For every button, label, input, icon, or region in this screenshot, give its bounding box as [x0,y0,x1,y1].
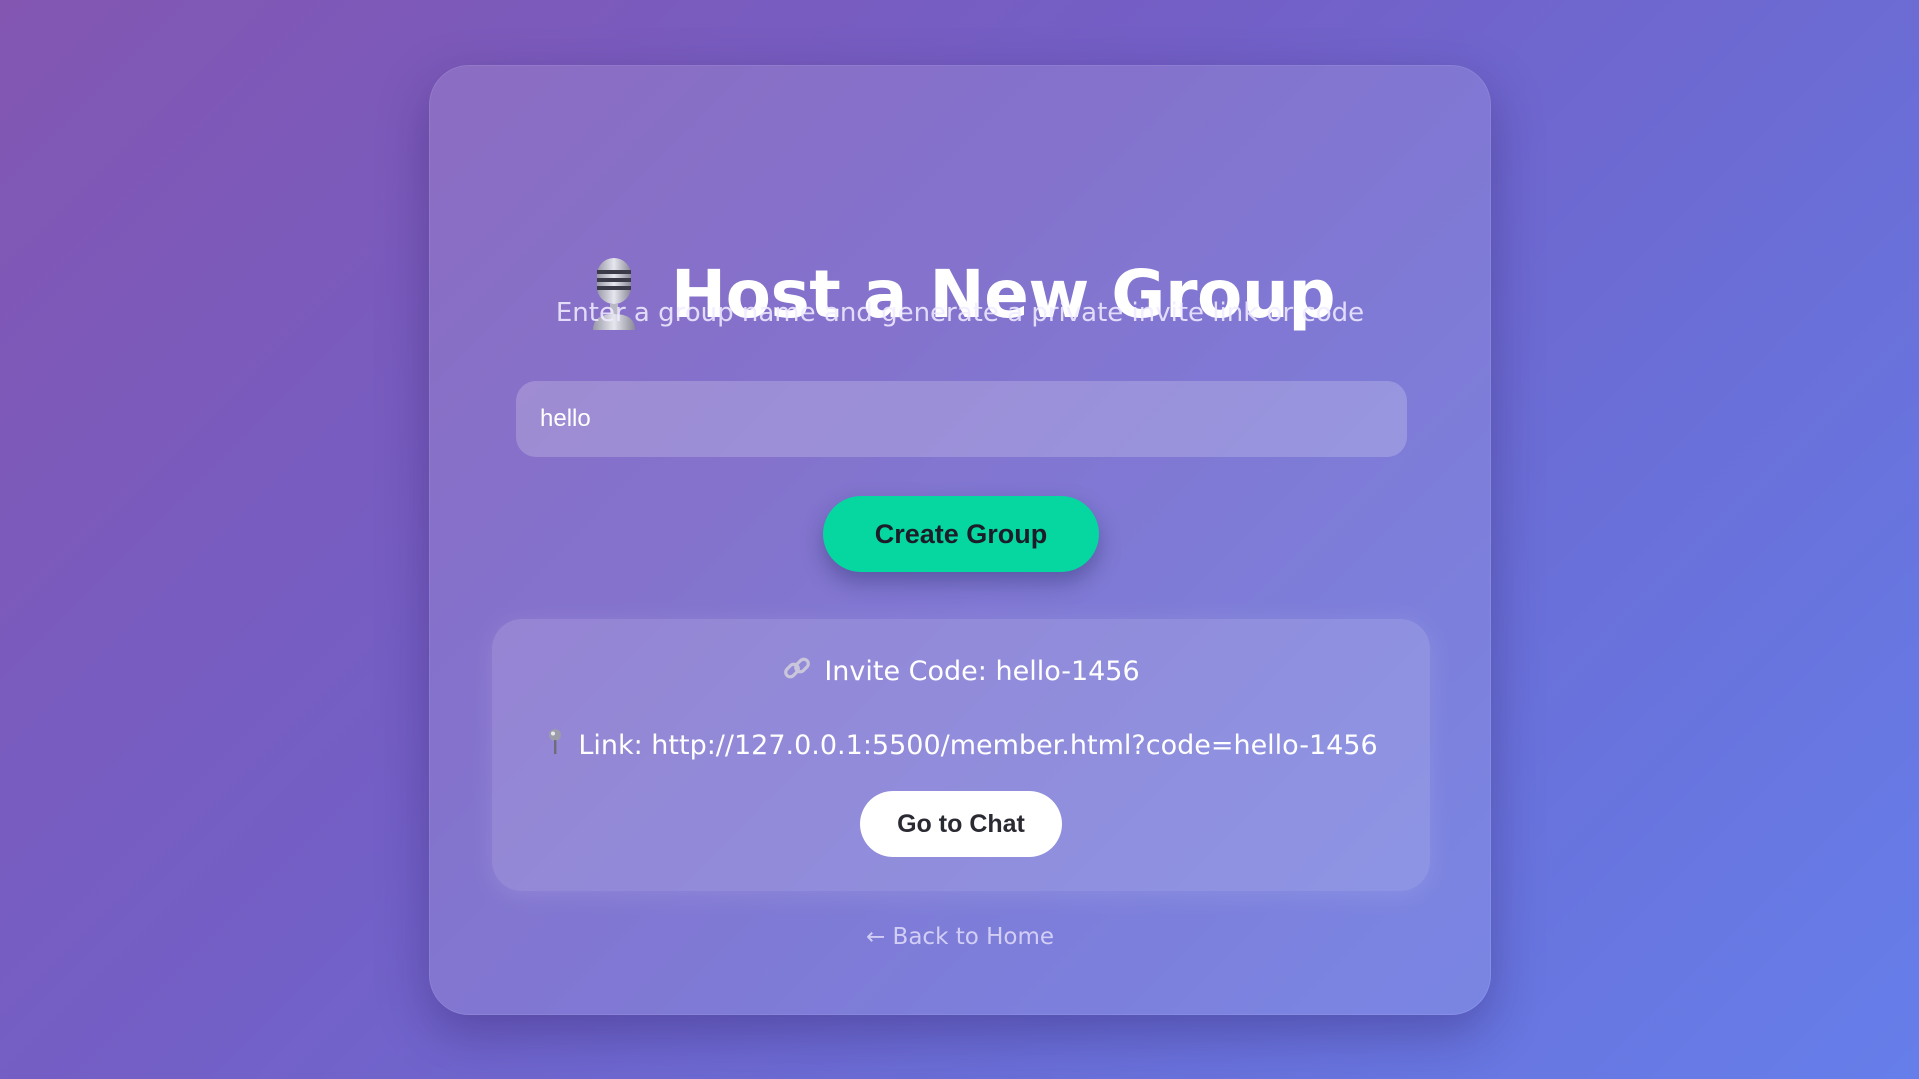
page-subtitle: Enter a group name and generate a privat… [555,298,1365,328]
invite-code-line: Invite Code: hello-1456 [492,651,1430,691]
host-group-card: Host a New Group Enter a group name and … [429,65,1491,1015]
chain-link-icon [782,653,812,690]
invite-result-box: Invite Code: hello-1456 Link: http://127… [492,619,1430,891]
back-to-home-link[interactable]: ← Back to Home [430,924,1490,950]
invite-link-text[interactable]: Link: http://127.0.0.1:5500/member.html?… [578,730,1377,761]
invite-link-line: Link: http://127.0.0.1:5500/member.html?… [492,725,1430,765]
go-to-chat-button[interactable]: Go to Chat [860,791,1062,857]
invite-code-text: Invite Code: hello-1456 [824,655,1140,687]
title-row: Host a New Group [430,244,1490,344]
group-name-input[interactable] [516,381,1407,457]
create-group-button[interactable]: Create Group [823,496,1099,572]
pushpin-icon [544,727,566,764]
